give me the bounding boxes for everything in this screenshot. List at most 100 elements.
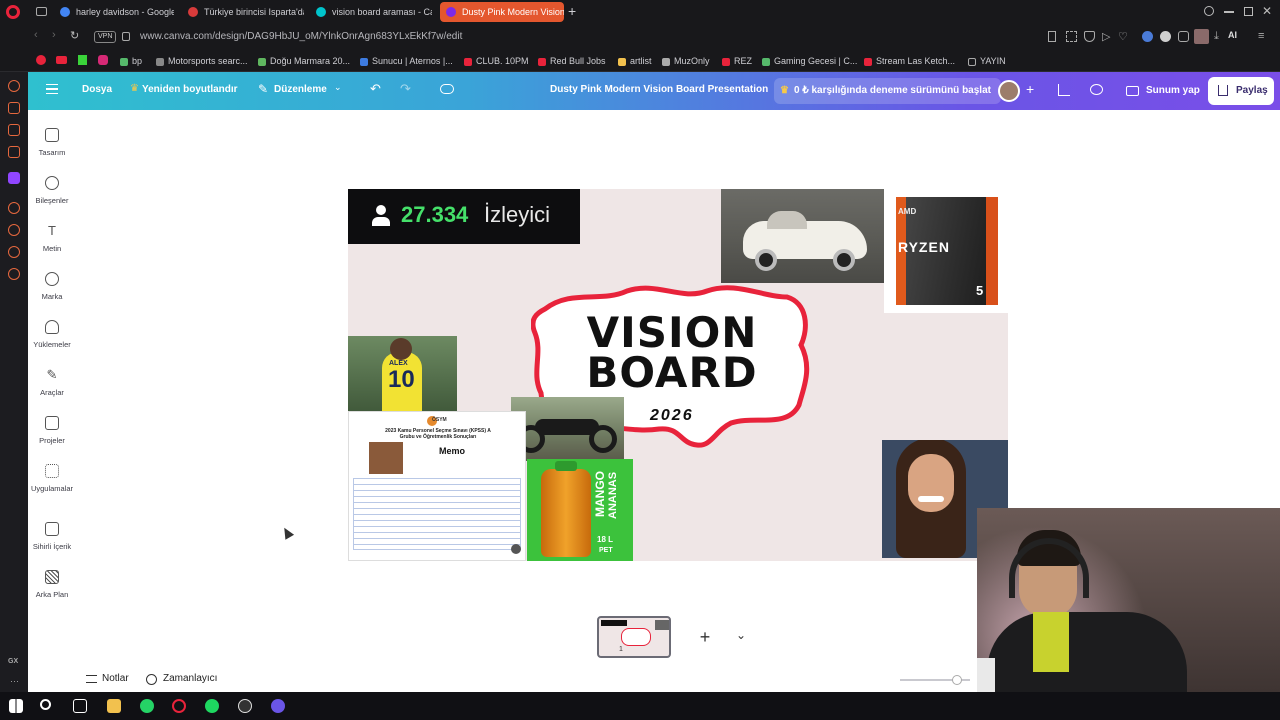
ai-button[interactable]: AI [1228, 30, 1237, 40]
tab-harley-davidson[interactable]: harley davidson - Google'd [54, 2, 174, 22]
bookmark-aternos[interactable]: Sunucu | Aternos |... [360, 54, 453, 68]
clock-icon[interactable] [8, 224, 20, 236]
tab-isparta[interactable]: Türkiye birincisi Isparta'da [182, 2, 304, 22]
motorcycle-image[interactable] [511, 397, 624, 461]
comment-icon[interactable] [1090, 84, 1103, 95]
bookmark-redbull[interactable]: Red Bull Jobs [538, 54, 606, 68]
alex-jersey-image[interactable]: ALEX 10 [348, 336, 457, 411]
sidebar-item-text[interactable]: T Metin [28, 224, 76, 254]
screenshot-icon[interactable] [1066, 31, 1077, 42]
shield-icon[interactable] [1084, 31, 1095, 42]
sidebar-item-uploads[interactable]: Yüklemeler [28, 320, 76, 349]
add-page-button[interactable]: + [694, 626, 716, 648]
sidebar-item-projects[interactable]: Projeler [28, 416, 76, 445]
mini-cooper-image[interactable] [721, 189, 889, 283]
task-view-icon[interactable] [73, 699, 87, 713]
menu-icon[interactable]: ≡ [1258, 30, 1264, 42]
play-icon[interactable]: ▷ [1102, 30, 1110, 43]
mail-icon[interactable] [8, 146, 20, 158]
file-menu[interactable]: Dosya [82, 84, 112, 95]
viewer-count-banner[interactable]: 27.334 İzleyici [348, 189, 580, 244]
reload-icon[interactable]: ↻ [70, 29, 79, 42]
sidebar-item-design[interactable]: Tasarım [28, 128, 76, 157]
app-icon[interactable] [271, 699, 285, 713]
undo-button[interactable]: ↶ [370, 81, 381, 97]
zoom-slider-handle[interactable] [952, 675, 962, 685]
bookmark-icon[interactable] [1048, 31, 1056, 42]
notes-button[interactable]: Notlar [86, 673, 129, 684]
maximize-button[interactable] [1244, 7, 1253, 16]
download-icon[interactable]: ⤓ [1214, 30, 1219, 43]
chrome-bookmark-icon[interactable] [36, 55, 46, 65]
vision-board-title[interactable]: VISION BOARD [554, 312, 790, 394]
sidebar-item-tools[interactable]: ✎ Araçlar [28, 368, 76, 398]
opera-gx-icon[interactable] [172, 699, 186, 713]
news-icon[interactable] [8, 124, 20, 136]
opera-logo-icon[interactable] [6, 5, 20, 19]
heart-icon[interactable]: ♡ [1118, 30, 1128, 43]
kpss-results-document[interactable]: ÖSYM 2023 Kamu Personel Seçme Sınavı (KP… [348, 411, 526, 561]
obs-icon[interactable] [238, 699, 252, 713]
avatar[interactable] [1194, 29, 1209, 44]
sidebar-item-elements[interactable]: Bileşenler [28, 176, 76, 205]
bookmark-muzonly[interactable]: MuzOnly [662, 54, 710, 68]
history-icon[interactable] [8, 80, 20, 92]
bookmark-artlist[interactable]: artlist [618, 54, 652, 68]
vpn-badge[interactable]: VPN [94, 31, 117, 43]
tab-dusty-pink[interactable]: Dusty Pink Modern Vision [440, 2, 564, 22]
workspace-icon[interactable] [36, 7, 47, 16]
add-collaborator-button[interactable]: + [1026, 81, 1034, 97]
edit-mode-dropdown[interactable]: Düzenleme [274, 84, 327, 95]
bookmark-motorsports[interactable]: Motorsports searc... [156, 54, 248, 68]
bookmark-folder-yayin[interactable]: YAYIN [968, 54, 1006, 68]
bookmark-stream[interactable]: Stream Las Ketch... [864, 54, 955, 68]
search-tabs-icon[interactable] [1204, 6, 1214, 16]
whatsapp-icon[interactable] [140, 699, 154, 713]
bookmark-gaming[interactable]: Gaming Gecesi | C... [762, 54, 857, 68]
file-explorer-icon[interactable] [107, 699, 121, 713]
search-icon[interactable] [40, 699, 51, 710]
timer-button[interactable]: Zamanlayıcı [146, 673, 217, 685]
instagram-bookmark-icon[interactable] [98, 55, 108, 65]
sidebar-item-apps[interactable]: Uygulamalar [28, 464, 76, 493]
url-field[interactable]: www.canva.com/design/DAG9HbJU_oM/YlnkOnr… [118, 28, 1038, 46]
forward-icon[interactable]: › [52, 29, 56, 41]
wallet-icon[interactable] [8, 102, 20, 114]
hamburger-menu-icon[interactable] [46, 84, 58, 94]
zoom-slider[interactable] [900, 675, 970, 685]
bookmark-rez[interactable]: REZ [722, 54, 752, 68]
chevron-down-icon[interactable]: ⌄ [736, 628, 746, 642]
youtube-bookmark-icon[interactable] [56, 56, 67, 64]
trial-button[interactable]: ♛ 0 ₺ karşılığında deneme sürümünü başla… [774, 78, 1001, 104]
chat-icon[interactable] [8, 246, 20, 258]
design-title[interactable]: Dusty Pink Modern Vision Board Presentat… [550, 84, 768, 95]
extension-icon[interactable] [1160, 31, 1171, 42]
settings-icon[interactable] [8, 268, 20, 280]
year-label[interactable]: 2026 [650, 407, 694, 425]
resize-button[interactable]: Yeniden boyutlandır [142, 84, 238, 95]
back-icon[interactable]: ‹ [34, 29, 38, 41]
tab-vision-board-search[interactable]: vision board araması - Ca [310, 2, 432, 22]
twitch-icon[interactable] [8, 172, 20, 184]
bookmark-dogu-marmara[interactable]: Doğu Marmara 20... [258, 54, 350, 68]
sidebar-item-background[interactable]: Arka Plan [28, 570, 76, 599]
redo-button[interactable]: ↷ [400, 81, 411, 97]
bookmark-bp[interactable]: bp [120, 54, 142, 68]
insights-icon[interactable] [1058, 84, 1070, 96]
more-icon[interactable]: ··· [10, 676, 19, 686]
sidebar-item-magic-media[interactable]: Sihirli İçerik [28, 522, 76, 551]
collaborator-avatar[interactable] [998, 80, 1020, 102]
gx-icon[interactable]: GX [8, 658, 18, 665]
close-window-button[interactable]: ✕ [1262, 3, 1274, 19]
mango-ananas-juice-image[interactable]: MANGO ANANAS 18 L PET [527, 459, 633, 561]
sidebar-item-brand[interactable]: Marka [28, 272, 76, 301]
kick-bookmark-icon[interactable] [78, 55, 87, 65]
page-thumbnail[interactable]: 1 [597, 616, 671, 658]
share-button[interactable]: Paylaş [1208, 77, 1274, 105]
new-tab-button[interactable]: + [568, 3, 582, 19]
windows-start-icon[interactable] [9, 699, 23, 713]
bookmark-club[interactable]: CLUB. 10PM [464, 54, 529, 68]
minimize-button[interactable] [1224, 11, 1234, 13]
present-button[interactable]: Sunum yap [1120, 78, 1210, 104]
cloud-save-icon[interactable] [440, 84, 454, 94]
